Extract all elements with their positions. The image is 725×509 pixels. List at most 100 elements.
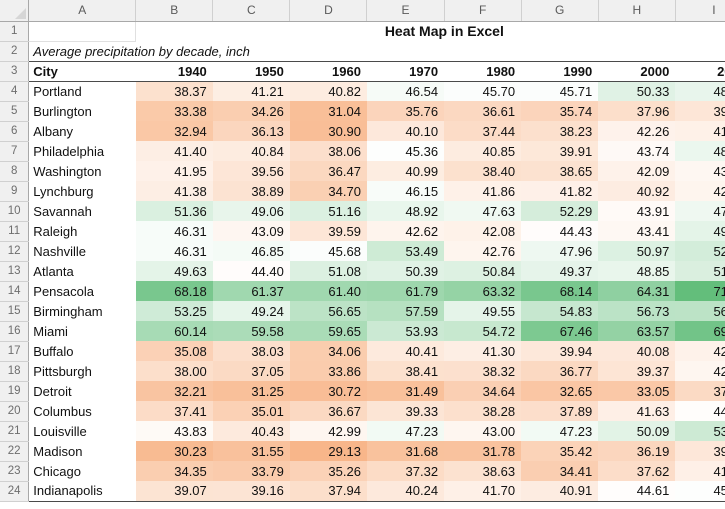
heatmap-cell[interactable]: 39.91: [521, 141, 599, 161]
city-cell[interactable]: Pittsburgh: [28, 361, 136, 381]
cell-blank[interactable]: [521, 41, 599, 61]
city-cell[interactable]: Burlington: [28, 101, 136, 121]
table-header-decade-2010[interactable]: 2010: [675, 60, 725, 82]
heatmap-cell[interactable]: 35.01: [212, 401, 290, 421]
row-header-6[interactable]: 6: [0, 121, 30, 142]
column-header-A[interactable]: A: [28, 0, 137, 22]
heatmap-cell[interactable]: 46.54: [366, 81, 445, 101]
heatmap-cell[interactable]: 37.41: [135, 401, 213, 421]
city-cell[interactable]: Pensacola: [28, 281, 136, 301]
heatmap-cell[interactable]: 31.25: [212, 381, 290, 401]
heatmap-cell[interactable]: 41.40: [135, 141, 213, 161]
row-header-3[interactable]: 3: [0, 61, 30, 82]
heatmap-cell[interactable]: 37.44: [444, 121, 522, 141]
row-header-19[interactable]: 19: [0, 381, 30, 402]
row-header-12[interactable]: 12: [0, 241, 30, 262]
city-cell[interactable]: Detroit: [28, 381, 136, 401]
heatmap-cell[interactable]: 61.79: [366, 281, 445, 301]
cell-blank[interactable]: [444, 41, 522, 61]
heatmap-cell[interactable]: 50.97: [598, 241, 676, 261]
city-cell[interactable]: Albany: [28, 121, 136, 141]
heatmap-cell[interactable]: 39.78: [675, 441, 725, 461]
row-header-11[interactable]: 11: [0, 221, 30, 242]
heatmap-cell[interactable]: 43.74: [598, 141, 676, 161]
heatmap-cell[interactable]: 30.23: [135, 441, 213, 461]
heatmap-cell[interactable]: 42.99: [289, 421, 367, 441]
heatmap-cell[interactable]: 71.99: [675, 281, 725, 301]
heatmap-cell[interactable]: 34.35: [135, 461, 213, 481]
column-header-E[interactable]: E: [366, 0, 445, 22]
heatmap-cell[interactable]: 33.86: [289, 361, 367, 381]
heatmap-cell[interactable]: 56.58: [675, 301, 725, 321]
heatmap-cell[interactable]: 38.41: [366, 361, 445, 381]
heatmap-cell[interactable]: 39.60: [675, 101, 725, 121]
heatmap-cell[interactable]: 47.96: [521, 241, 599, 261]
heatmap-cell[interactable]: 44.49: [675, 401, 725, 421]
heatmap-cell[interactable]: 44.40: [212, 261, 290, 281]
heatmap-cell[interactable]: 43.09: [212, 221, 290, 241]
heatmap-cell[interactable]: 45.71: [521, 81, 599, 101]
table-header-decade-1980[interactable]: 1980: [444, 60, 522, 82]
heatmap-cell[interactable]: 41.86: [675, 121, 725, 141]
heatmap-cell[interactable]: 38.00: [135, 361, 213, 381]
heatmap-cell[interactable]: 38.63: [444, 461, 522, 481]
heatmap-cell[interactable]: 61.37: [212, 281, 290, 301]
heatmap-cell[interactable]: 39.94: [521, 341, 599, 361]
row-header-24[interactable]: 24: [0, 481, 30, 502]
heatmap-cell[interactable]: 38.06: [289, 141, 367, 161]
heatmap-cell[interactable]: 43.00: [444, 421, 522, 441]
heatmap-cell[interactable]: 35.08: [135, 341, 213, 361]
heatmap-cell[interactable]: 41.86: [444, 181, 522, 201]
heatmap-cell[interactable]: 45.32: [675, 481, 725, 502]
heatmap-cell[interactable]: 43.91: [598, 201, 676, 221]
row-header-5[interactable]: 5: [0, 101, 30, 122]
heatmap-cell[interactable]: 52.57: [675, 241, 725, 261]
heatmap-cell[interactable]: 41.70: [444, 481, 522, 502]
heatmap-cell[interactable]: 31.04: [289, 101, 367, 121]
heatmap-cell[interactable]: 53.69: [675, 421, 725, 441]
heatmap-cell[interactable]: 34.41: [521, 461, 599, 481]
heatmap-cell[interactable]: 61.40: [289, 281, 367, 301]
heatmap-cell[interactable]: 59.65: [289, 321, 367, 341]
heatmap-cell[interactable]: 60.14: [135, 321, 213, 341]
table-header-decade-1940[interactable]: 1940: [135, 60, 213, 82]
row-header-14[interactable]: 14: [0, 281, 30, 302]
heatmap-cell[interactable]: 49.06: [212, 201, 290, 221]
heatmap-cell[interactable]: 40.43: [212, 421, 290, 441]
table-header-decade-1970[interactable]: 1970: [366, 60, 445, 82]
table-header-decade-2000[interactable]: 2000: [598, 60, 676, 82]
heatmap-cell[interactable]: 44.61: [598, 481, 676, 502]
heatmap-cell[interactable]: 42.26: [598, 121, 676, 141]
heatmap-cell[interactable]: 42.09: [598, 161, 676, 181]
row-header-16[interactable]: 16: [0, 321, 30, 342]
column-header-B[interactable]: B: [135, 0, 214, 22]
heatmap-cell[interactable]: 51.16: [289, 201, 367, 221]
heatmap-cell[interactable]: 30.90: [289, 121, 367, 141]
city-cell[interactable]: Buffalo: [28, 341, 136, 361]
cell-A1[interactable]: [28, 21, 137, 42]
heatmap-cell[interactable]: 42.62: [366, 221, 445, 241]
row-header-13[interactable]: 13: [0, 261, 30, 282]
row-header-18[interactable]: 18: [0, 361, 30, 382]
heatmap-cell[interactable]: 38.32: [444, 361, 522, 381]
heatmap-cell[interactable]: 51.36: [135, 201, 213, 221]
heatmap-cell[interactable]: 46.15: [366, 181, 445, 201]
heatmap-cell[interactable]: 31.78: [444, 441, 522, 461]
city-cell[interactable]: Chicago: [28, 461, 136, 481]
heatmap-cell[interactable]: 36.67: [289, 401, 367, 421]
heatmap-cell[interactable]: 37.96: [598, 101, 676, 121]
city-cell[interactable]: Nashville: [28, 241, 136, 261]
heatmap-cell[interactable]: 36.47: [289, 161, 367, 181]
city-cell[interactable]: Philadelphia: [28, 141, 136, 161]
heatmap-cell[interactable]: 42.15: [675, 341, 725, 361]
heatmap-cell[interactable]: 53.49: [366, 241, 445, 261]
heatmap-cell[interactable]: 30.72: [289, 381, 367, 401]
table-header-decade-1990[interactable]: 1990: [521, 60, 599, 82]
heatmap-cell[interactable]: 34.26: [212, 101, 290, 121]
heatmap-cell[interactable]: 38.37: [135, 81, 213, 101]
heatmap-cell[interactable]: 44.43: [521, 221, 599, 241]
heatmap-cell[interactable]: 39.07: [135, 481, 213, 502]
heatmap-cell[interactable]: 45.36: [366, 141, 445, 161]
column-header-F[interactable]: F: [444, 0, 522, 22]
cell-blank[interactable]: [675, 41, 725, 61]
